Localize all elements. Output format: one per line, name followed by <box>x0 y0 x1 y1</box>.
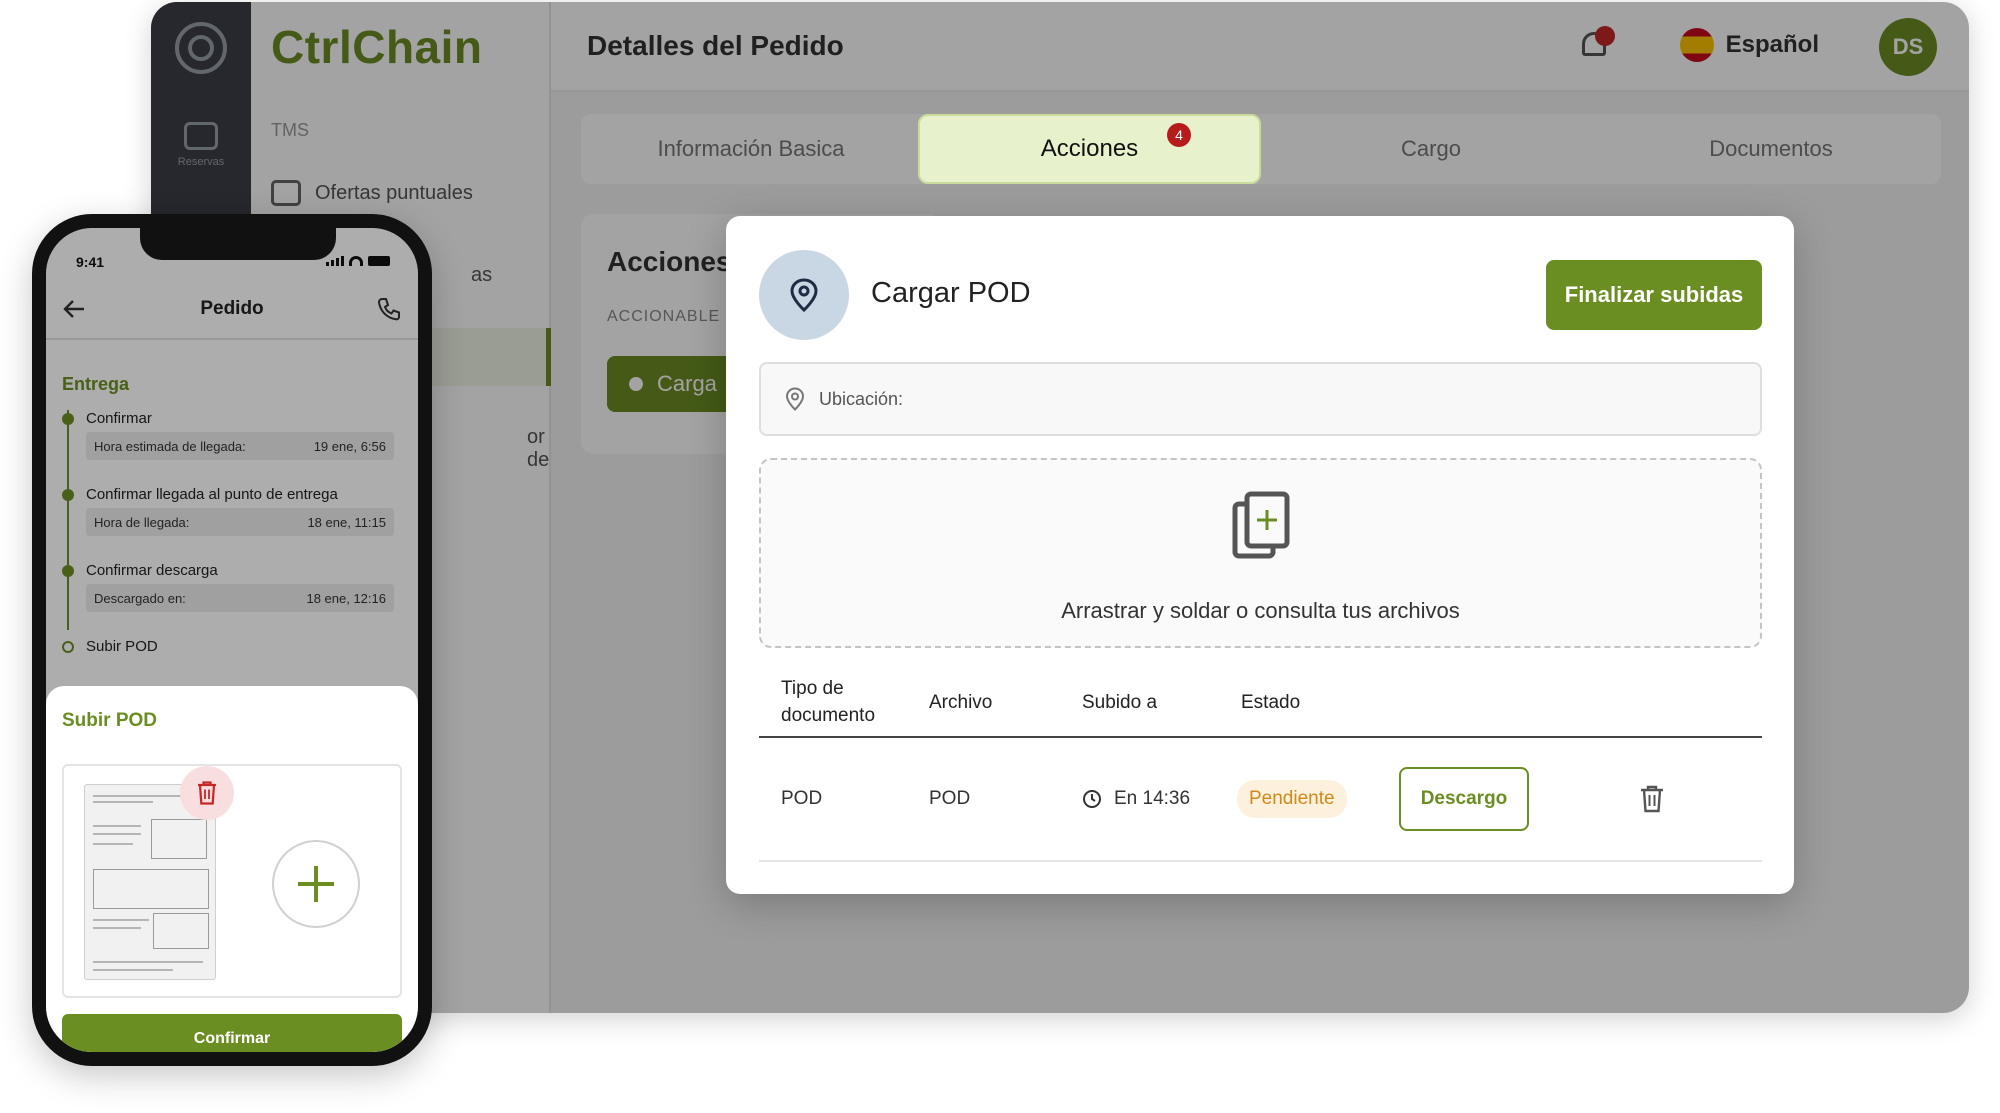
tab-badge: 4 <box>1167 123 1191 147</box>
table-header: Tipo de documento Archivo Subido a Estad… <box>759 668 1762 738</box>
upload-pod-modal: Cargar POD Finalizar subidas Ubicación: … <box>726 216 1794 894</box>
column-header-file: Archivo <box>929 691 993 713</box>
table-row: POD POD En 14:36 Pendiente Descargo <box>759 738 1762 862</box>
plus-icon <box>298 866 334 902</box>
location-icon <box>785 387 805 411</box>
cell-status: Pendiente <box>1237 738 1347 860</box>
phone-screen: 9:41 Pedido Entrega Confirmar Hora estim… <box>46 228 418 1052</box>
trash-icon <box>198 781 216 805</box>
phone-notch <box>140 228 336 260</box>
uploaded-time: En 14:36 <box>1114 788 1191 809</box>
download-button[interactable]: Descargo <box>1399 767 1529 831</box>
clock-icon <box>1083 790 1101 808</box>
column-header-type: Tipo de documento <box>781 678 876 726</box>
location-pin-icon <box>759 250 849 340</box>
column-header-uploaded: Subido a <box>1082 691 1158 713</box>
documents-table: Tipo de documento Archivo Subido a Estad… <box>759 668 1762 862</box>
delete-photo-button[interactable] <box>180 766 234 820</box>
upload-box <box>62 764 402 998</box>
tab-acciones[interactable]: Acciones <box>918 114 1261 184</box>
finish-uploads-button[interactable]: Finalizar subidas <box>1546 260 1762 330</box>
add-photo-button[interactable] <box>272 840 360 928</box>
upload-sheet: Subir POD Confirmar <box>46 686 418 1052</box>
file-dropzone[interactable]: Arrastrar y soldar o consulta tus archiv… <box>759 458 1762 648</box>
cell-file: POD <box>929 788 971 809</box>
modal-title: Cargar POD <box>871 277 1031 309</box>
cell-action: Descargo <box>1399 738 1529 860</box>
trash-icon[interactable] <box>1639 784 1665 814</box>
dropzone-text: Arrastrar y soldar o consulta tus archiv… <box>1061 598 1460 623</box>
location-label: Ubicación: <box>819 388 904 409</box>
add-file-icon <box>1232 491 1290 559</box>
sheet-title: Subir POD <box>62 710 158 731</box>
phone-mockup: 9:41 Pedido Entrega Confirmar Hora estim… <box>32 214 432 1066</box>
cell-uploaded: En 14:36 <box>1082 738 1190 860</box>
cell-delete <box>1639 738 1665 860</box>
status-badge: Pendiente <box>1237 780 1347 818</box>
confirm-button[interactable]: Confirmar <box>62 1014 402 1052</box>
location-field[interactable]: Ubicación: <box>759 362 1762 436</box>
cell-type: POD <box>781 788 823 809</box>
column-header-status: Estado <box>1241 691 1301 713</box>
